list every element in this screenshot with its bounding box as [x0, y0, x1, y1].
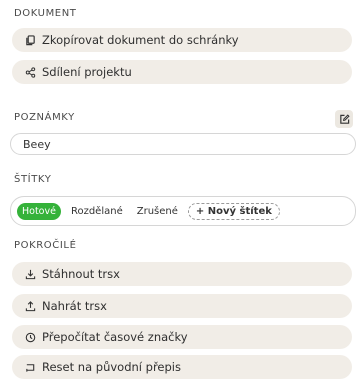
notes-field[interactable]: Beey	[10, 133, 356, 155]
upload-trsx-label: Nahrát trsx	[42, 299, 107, 313]
recalc-timestamps-button[interactable]: Přepočítat časové značky	[12, 325, 352, 349]
copy-icon	[22, 34, 38, 46]
recalc-timestamps-label: Přepočítat časové značky	[42, 330, 188, 344]
copy-document-button[interactable]: Zkopírovat dokument do schránky	[12, 28, 352, 52]
section-title-advanced: POKROČILÉ	[14, 240, 77, 251]
share-project-button[interactable]: Sdílení projektu	[12, 60, 352, 84]
reset-transcript-button[interactable]: Reset na původní přepis	[12, 355, 352, 379]
tag-done[interactable]: Hotové	[17, 202, 61, 220]
reset-transcript-label: Reset na původní přepis	[42, 360, 181, 374]
notes-value: Beey	[23, 137, 51, 151]
share-project-label: Sdílení projektu	[42, 65, 132, 79]
download-trsx-label: Stáhnout trsx	[42, 267, 120, 281]
upload-trsx-button[interactable]: Nahrát trsx	[12, 294, 352, 318]
download-icon	[22, 269, 38, 280]
section-title-document: DOKUMENT	[14, 8, 77, 19]
download-trsx-button[interactable]: Stáhnout trsx	[12, 262, 352, 286]
reset-icon	[22, 362, 38, 373]
copy-document-label: Zkopírovat dokument do schránky	[42, 33, 239, 47]
upload-icon	[22, 300, 38, 312]
tag-in-progress[interactable]: Rozdělané	[67, 203, 127, 220]
share-icon	[22, 66, 38, 78]
section-title-tags: ŠTÍTKY	[14, 174, 52, 185]
tags-bar: Hotové Rozdělané Zrušené + Nový štítek	[10, 196, 356, 226]
section-title-notes: POZNÁMKY	[14, 112, 75, 123]
edit-notes-button[interactable]	[335, 110, 353, 128]
edit-icon	[339, 113, 350, 125]
clock-icon	[22, 332, 38, 343]
new-tag-button[interactable]: + Nový štítek	[187, 202, 280, 220]
tag-cancelled[interactable]: Zrušené	[133, 203, 182, 220]
